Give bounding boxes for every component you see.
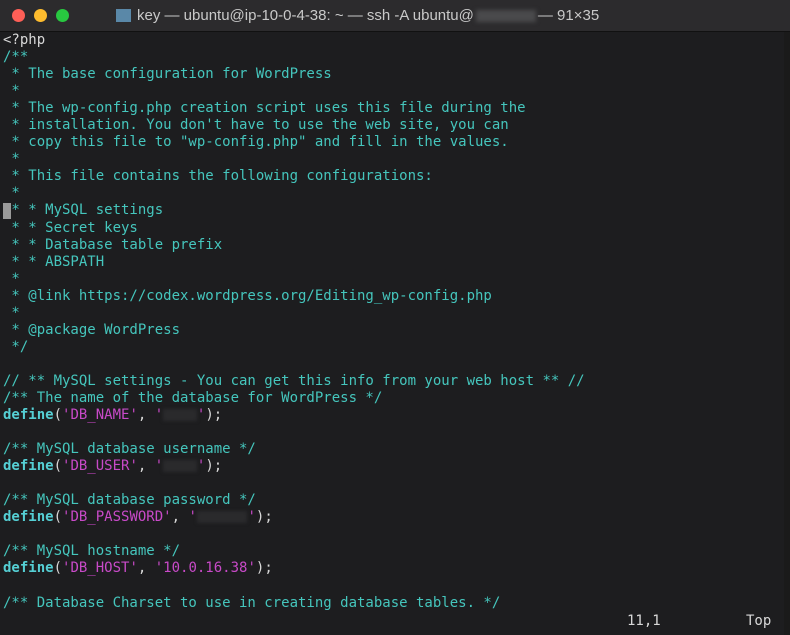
code-token: /** MySQL database username */ <box>3 441 256 458</box>
code-token: * * ABSPATH <box>3 253 105 270</box>
code-token: * * MySQL settings <box>3 202 164 219</box>
code-line: * @link https://codex.wordpress.org/Edit… <box>3 288 585 305</box>
code-token: /** MySQL hostname */ <box>3 543 181 560</box>
code-token: define <box>3 458 54 475</box>
code-line: define('DB_USER', ' '); <box>3 458 585 475</box>
code-token: */ <box>3 338 29 355</box>
code-line: * This file contains the following confi… <box>3 168 585 185</box>
code-token: ( <box>53 458 63 475</box>
code-line: * @package WordPress <box>3 322 585 339</box>
code-token: * @package WordPress <box>3 321 181 338</box>
code-token: * <box>3 83 20 100</box>
code-token: ' <box>188 509 197 526</box>
scroll-position: Top <box>746 613 772 629</box>
code-token: , <box>137 560 155 577</box>
code-token: 'DB_NAME' <box>62 407 138 424</box>
code-token: ); <box>205 407 223 424</box>
code-line: * The base configuration for WordPress <box>3 66 585 83</box>
code-line: * <box>3 151 585 168</box>
code-line: define('DB_NAME', ' '); <box>3 407 585 424</box>
code-line: * * MySQL settings <box>3 202 585 219</box>
code-token: * <box>3 185 20 202</box>
code-token: <?php <box>3 32 46 48</box>
code-line: /** <box>3 49 585 66</box>
redacted-value <box>163 409 197 422</box>
code-line: // ** MySQL settings - You can get this … <box>3 373 585 390</box>
code-token: /** MySQL database password */ <box>3 492 256 509</box>
code-token: 'DB_HOST' <box>62 560 138 577</box>
code-line: * <box>3 83 585 100</box>
code-line: define('DB_HOST', '10.0.16.38'); <box>3 560 585 577</box>
code-line: * <box>3 305 585 322</box>
close-button[interactable] <box>12 9 25 22</box>
code-line: <?php <box>3 32 585 49</box>
code-token: ' <box>154 458 164 475</box>
code-token: * <box>3 151 20 168</box>
code-token: , <box>171 509 189 526</box>
code-token: ' <box>247 509 256 526</box>
code-line: * * Secret keys <box>3 220 585 237</box>
code-token: /** <box>3 49 29 66</box>
code-token: * copy this file to "wp-config.php" and … <box>3 134 509 151</box>
redacted-value <box>163 460 197 473</box>
code-token: * <box>3 270 20 287</box>
title-bar: key — ubuntu@ip-10-0-4-38: ~ — ssh -A ub… <box>0 0 790 32</box>
window-title: key — ubuntu@ip-10-0-4-38: ~ — ssh -A ub… <box>116 7 599 24</box>
code-line: * The wp-config.php creation script uses… <box>3 100 585 117</box>
code-token: /** Database Charset to use in creating … <box>3 594 501 611</box>
code-line: /** MySQL database password */ <box>3 492 585 509</box>
minimize-button[interactable] <box>34 9 47 22</box>
code-token: ' <box>154 407 164 424</box>
code-token: ); <box>205 458 223 475</box>
code-line: * copy this file to "wp-config.php" and … <box>3 134 585 151</box>
code-token: * * Secret keys <box>3 219 138 236</box>
code-token: * <box>3 304 20 321</box>
code-token: '10.0.16.38' <box>154 560 256 577</box>
code-line: /** MySQL hostname */ <box>3 543 585 560</box>
zoom-button[interactable] <box>56 9 69 22</box>
code-token: ( <box>53 560 63 577</box>
code-token: define <box>3 560 54 577</box>
code-line: /** Database Charset to use in creating … <box>3 595 585 612</box>
code-line: * installation. You don't have to use th… <box>3 117 585 134</box>
code-token: ( <box>53 407 63 424</box>
code-token: define <box>3 407 54 424</box>
scrollbar[interactable] <box>784 32 790 635</box>
redacted-host <box>475 9 536 22</box>
code-line: * <box>3 271 585 288</box>
code-token: define <box>3 509 54 526</box>
code-token: /** The name of the database for WordPre… <box>3 389 383 406</box>
code-line: * <box>3 185 585 202</box>
code-line: define('DB_PASSWORD', ' '); <box>3 509 585 526</box>
code-token: * @link https://codex.wordpress.org/Edit… <box>3 287 492 304</box>
code-token: // ** MySQL settings - You can get this … <box>3 372 585 389</box>
code-token: ); <box>255 560 273 577</box>
cursor-position: 11,1 <box>627 613 661 629</box>
folder-icon <box>116 9 131 22</box>
code-line: * * ABSPATH <box>3 254 585 271</box>
code-token: , <box>137 458 155 475</box>
code-line: */ <box>3 339 585 356</box>
code-token: , <box>137 407 155 424</box>
code-token: * The wp-config.php creation script uses… <box>3 100 526 117</box>
code-token: * * Database table prefix <box>3 236 223 253</box>
code-token: * The base configuration for WordPress <box>3 66 332 83</box>
code-token: 'DB_USER' <box>62 458 138 475</box>
code-token: * installation. You don't have to use th… <box>3 117 509 134</box>
terminal-content[interactable]: <?php/** * The base configuration for Wo… <box>3 32 585 612</box>
code-line: * * Database table prefix <box>3 237 585 254</box>
redacted-value <box>196 511 248 524</box>
code-token: 'DB_PASSWORD' <box>62 509 172 526</box>
code-token: ); <box>255 509 273 526</box>
code-line: /** The name of the database for WordPre… <box>3 390 585 407</box>
code-token: * This file contains the following confi… <box>3 168 433 185</box>
terminal-cursor <box>3 203 11 219</box>
code-line: /** MySQL database username */ <box>3 441 585 458</box>
code-token: ( <box>53 509 63 526</box>
